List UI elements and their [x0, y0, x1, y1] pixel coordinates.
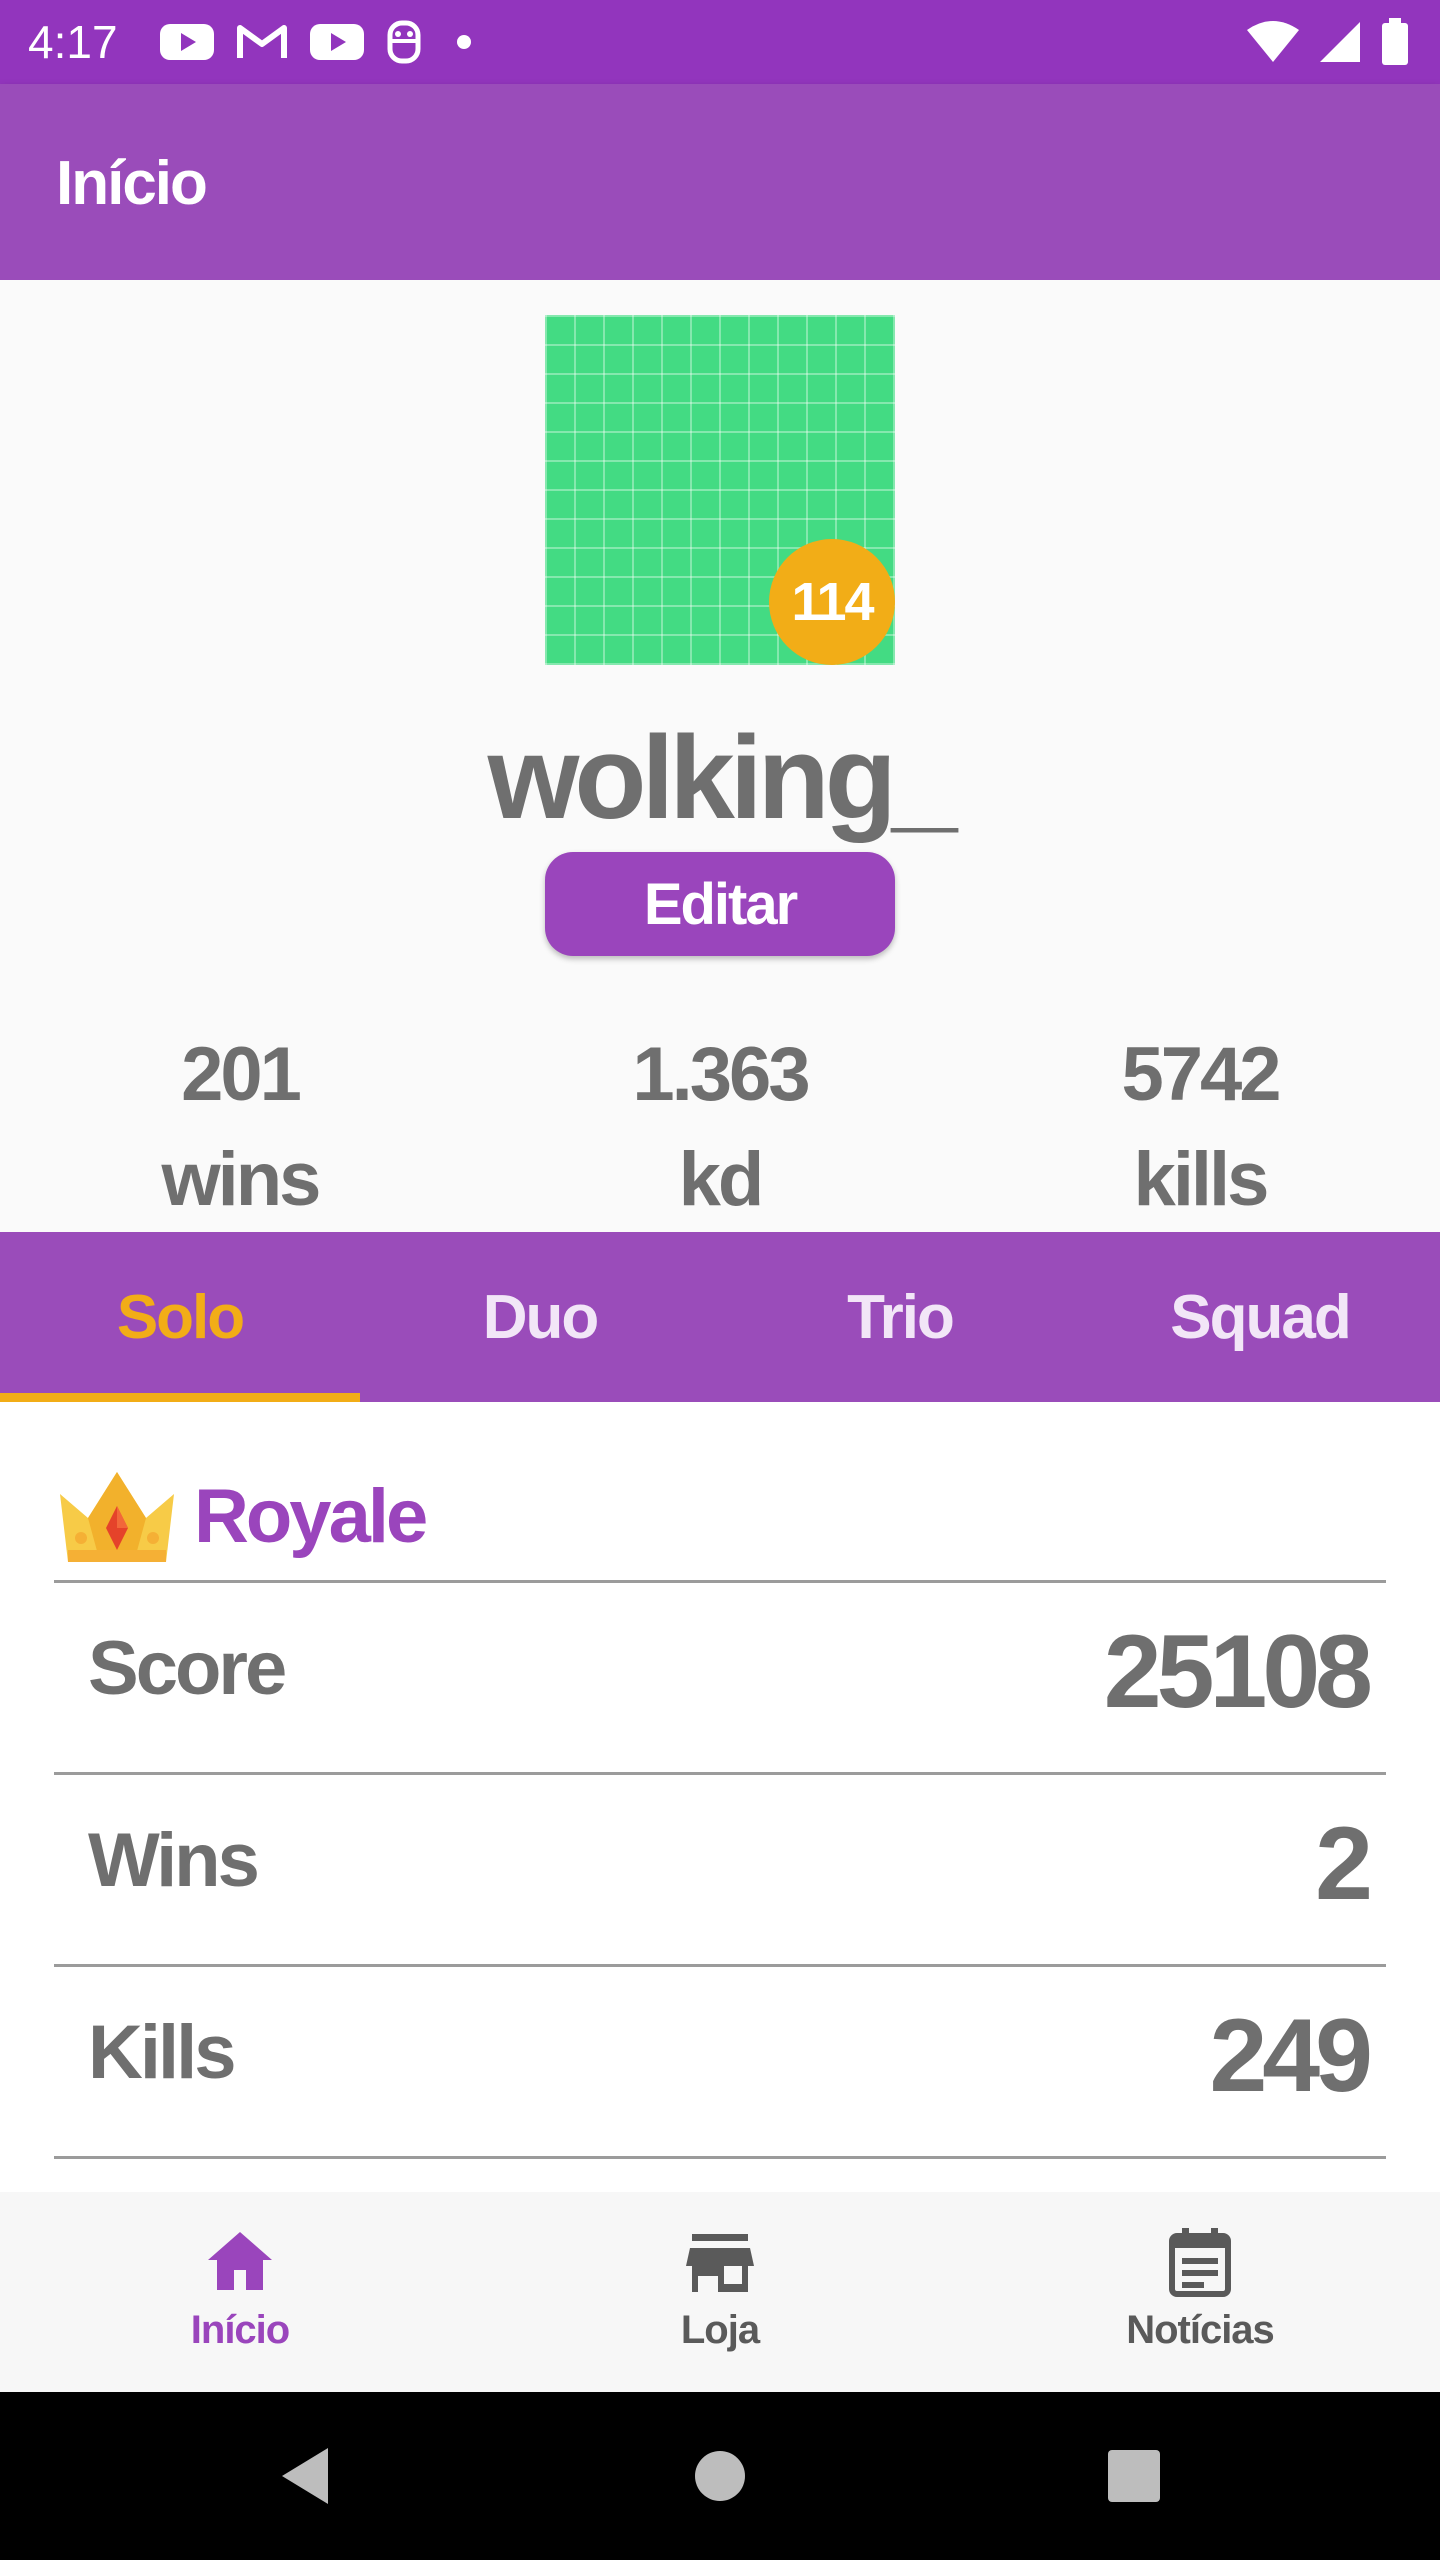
- tab-duo[interactable]: Duo: [360, 1232, 720, 1402]
- row-label: Wins: [88, 1818, 260, 1903]
- row-value: 25108: [1103, 1614, 1373, 1730]
- divider: [54, 2156, 1386, 2159]
- tab-squad[interactable]: Squad: [1080, 1232, 1440, 1402]
- bottom-navigation: Início Loja Notícias: [0, 2192, 1440, 2392]
- wifi-icon: [1246, 20, 1300, 64]
- tab-trio[interactable]: Trio: [720, 1232, 1080, 1402]
- app-bar: Início: [0, 84, 1440, 280]
- row-value: 249: [1209, 1998, 1373, 2114]
- stat-row: Score 25108: [54, 1580, 1386, 1772]
- assistant-icon: [386, 19, 422, 65]
- status-time: 4:17: [28, 16, 118, 68]
- stat-label: kills: [1133, 1137, 1270, 1222]
- youtube-icon: [160, 22, 214, 62]
- nav-item-noticias[interactable]: Notícias: [960, 2192, 1440, 2392]
- nav-label: Notícias: [1126, 2308, 1275, 2352]
- signal-icon: [1318, 20, 1362, 64]
- username: wolking_: [487, 712, 958, 844]
- page-title: Início: [56, 149, 208, 218]
- level-badge: 114: [769, 539, 895, 665]
- home-circle-icon[interactable]: [680, 2436, 760, 2516]
- row-value: 2: [1315, 1806, 1373, 1922]
- avatar[interactable]: 114: [545, 315, 895, 665]
- profile-header: 114 wolking_ Editar 201 wins 1.363 kd 57…: [0, 280, 1440, 1512]
- edit-button[interactable]: Editar: [545, 852, 895, 956]
- system-navigation: [0, 2392, 1440, 2560]
- stat-label: kd: [678, 1137, 765, 1222]
- gmail-icon: [236, 22, 288, 62]
- stat-label: wins: [161, 1137, 322, 1222]
- stats-content: Royale Score 25108 Wins 2 Kills 249: [0, 1402, 1440, 2192]
- stat-wins: 201 wins: [80, 1020, 400, 1230]
- stat-kd: 1.363 kd: [560, 1020, 880, 1230]
- calendar-icon: [1164, 2226, 1236, 2298]
- nav-item-inicio[interactable]: Início: [0, 2192, 480, 2392]
- row-label: Kills: [88, 2010, 236, 2095]
- stat-value: 5742: [1121, 1032, 1281, 1117]
- youtube-icon: [310, 22, 364, 62]
- stat-row: Kills 249: [54, 1964, 1386, 2156]
- row-label: Score: [88, 1626, 287, 1711]
- nav-label: Início: [190, 2308, 290, 2352]
- stat-value: 1.363: [632, 1032, 810, 1117]
- tab-solo[interactable]: Solo: [0, 1232, 360, 1402]
- recents-icon[interactable]: [1094, 2436, 1174, 2516]
- nav-label: Loja: [680, 2308, 760, 2352]
- crown-icon: [54, 1466, 180, 1566]
- back-icon[interactable]: [268, 2436, 348, 2516]
- section-header: Royale: [54, 1466, 428, 1566]
- section-title: Royale: [194, 1473, 428, 1559]
- status-bar: 4:17: [0, 0, 1440, 84]
- home-icon: [204, 2226, 276, 2298]
- dot-icon: [444, 22, 484, 62]
- stat-kills: 5742 kills: [1040, 1020, 1360, 1230]
- tab-indicator: [0, 1393, 360, 1402]
- stat-row: Wins 2: [54, 1772, 1386, 1964]
- battery-icon: [1380, 18, 1410, 66]
- nav-item-loja[interactable]: Loja: [480, 2192, 960, 2392]
- store-icon: [684, 2226, 756, 2298]
- mode-tabs: Solo Duo Trio Squad: [0, 1232, 1440, 1402]
- stat-value: 201: [181, 1032, 302, 1117]
